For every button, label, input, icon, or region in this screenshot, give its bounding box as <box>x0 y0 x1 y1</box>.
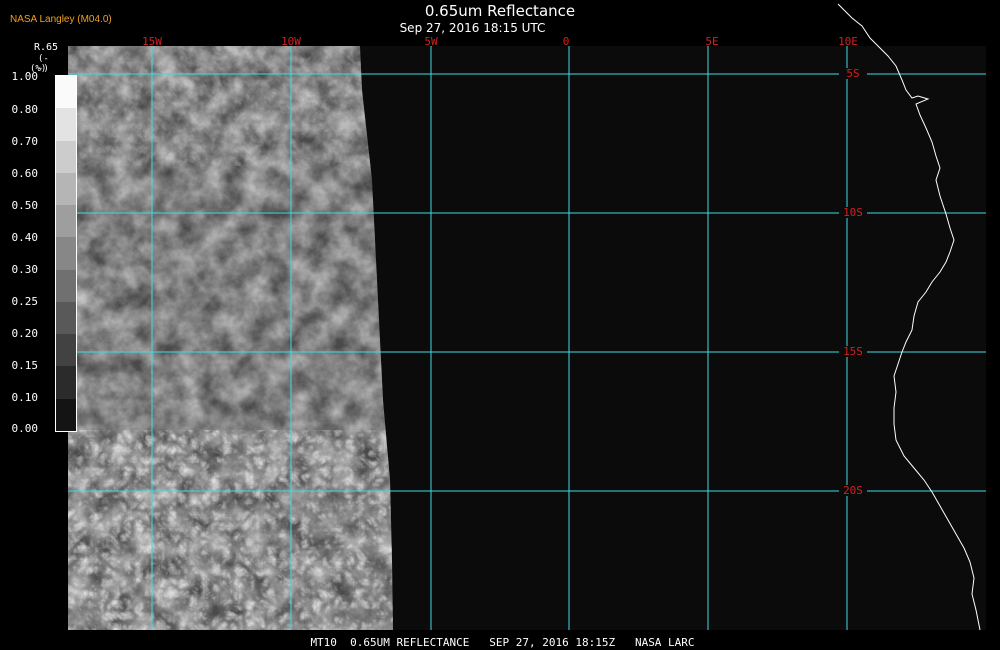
colorbar-tick-label: 0.00 <box>11 422 39 435</box>
colorbar-segment <box>56 205 76 238</box>
colorbar-segment <box>56 301 76 335</box>
latitude-label: 5S <box>846 67 859 80</box>
colorbar-tick-label: 0.80 <box>11 103 39 116</box>
longitude-label: 10W <box>281 35 301 48</box>
colorbar-tick-label: 0.20 <box>11 327 39 340</box>
longitude-label: 5W <box>424 35 438 48</box>
colorbar-tick-label: 0.60 <box>11 167 39 180</box>
timestamp: Sep 27, 2016 18:15 UTC <box>399 21 546 35</box>
colorbar-segment <box>56 76 76 109</box>
colorbar-segment <box>56 269 76 302</box>
colorbar <box>55 75 77 432</box>
colorbar-tick-label: 0.15 <box>11 359 39 372</box>
colorbar-tick-label: 0.10 <box>11 391 39 404</box>
longitude-label: 5E <box>705 35 718 48</box>
colorbar-tick-label: 0.25 <box>11 295 39 308</box>
satellite-map: 15W 10W 5W 0 5E 10E 5S 10S 15S 20S <box>68 3 986 631</box>
colorbar-title: R.65 <box>34 42 59 53</box>
colorbar-segment <box>56 366 76 399</box>
colorbar-tick-label: 0.30 <box>11 263 39 276</box>
latitude-label: 10S <box>843 206 863 219</box>
colorbar-tick-label: 1.00 <box>11 70 39 83</box>
colorbar-unit-text: (--) <box>38 54 49 74</box>
longitude-label: 10E <box>838 35 858 48</box>
page-title: 0.65um Reflectance <box>424 2 576 20</box>
latitude-label: 15S <box>843 345 863 358</box>
colorbar-tick-label: 0.50 <box>11 199 39 212</box>
colorbar-segment <box>56 172 76 206</box>
footer-caption: MT10 0.65UM REFLECTANCE SEP 27, 2016 18:… <box>310 636 695 649</box>
colorbar-segment <box>56 108 76 141</box>
longitude-label: 0 <box>563 35 570 48</box>
colorbar-segment <box>56 237 76 270</box>
cloud-imagery <box>68 46 393 630</box>
latitude-label: 20S <box>843 484 863 497</box>
longitude-label: 15W <box>142 35 162 48</box>
colorbar-tick-label: 0.70 <box>11 135 39 148</box>
colorbar-tick-label: 0.40 <box>11 231 39 244</box>
colorbar-segment <box>56 334 76 367</box>
colorbar-segment <box>56 398 76 431</box>
colorbar-segment <box>56 140 76 173</box>
